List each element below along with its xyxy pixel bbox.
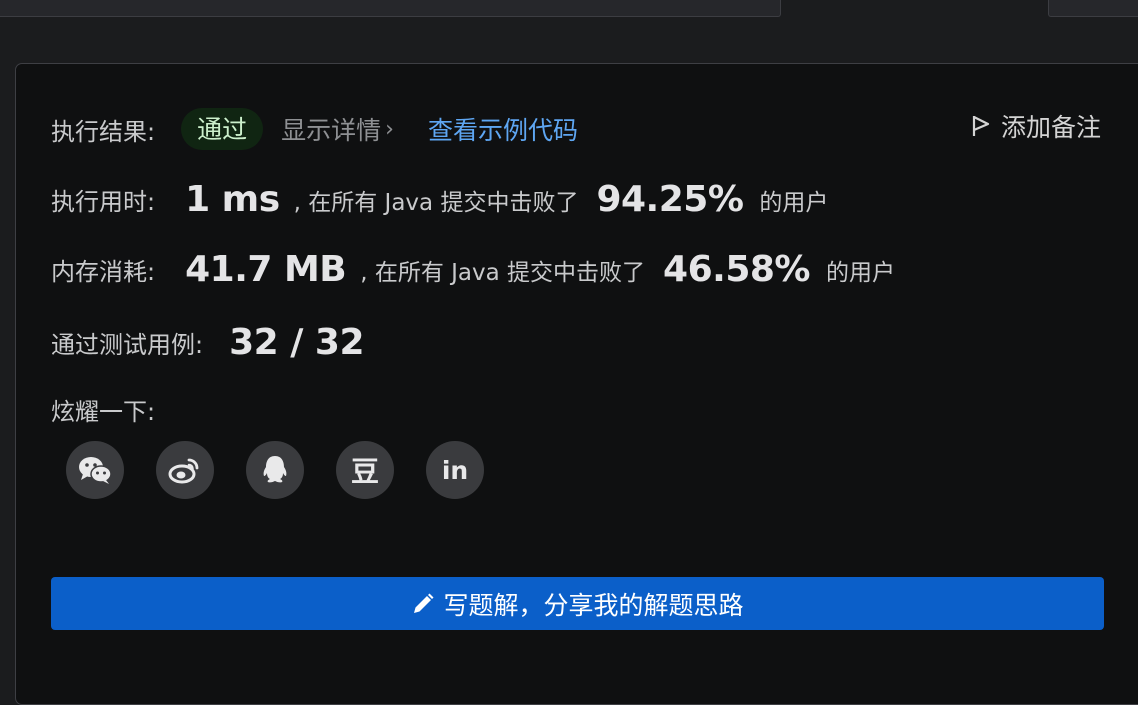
- add-note-label: 添加备注: [1000, 113, 1101, 142]
- weibo-icon[interactable]: [156, 441, 214, 499]
- share-icons: 豆 in: [66, 441, 516, 499]
- view-example-code-link[interactable]: 查看示例代码: [428, 111, 578, 147]
- memory-row: 内存消耗: 41.7 MB , 在所有 Java 提交中击败了 46.58% 的…: [51, 249, 895, 290]
- runtime-tail: 的用户: [759, 189, 829, 216]
- douban-icon[interactable]: 豆: [336, 441, 394, 499]
- result-row: 执行结果: 通过 显示详情 › 查看示例代码: [51, 108, 578, 150]
- douban-char: 豆: [350, 455, 379, 488]
- write-solution-button[interactable]: 写题解，分享我的解题思路: [51, 577, 1104, 630]
- share-row: 炫耀一下:: [51, 392, 155, 427]
- write-solution-label: 写题解，分享我的解题思路: [443, 590, 744, 620]
- share-label: 炫耀一下:: [51, 398, 156, 426]
- runtime-beat-text: , 在所有 Java 提交中击败了: [293, 189, 579, 216]
- memory-tail: 的用户: [826, 259, 895, 286]
- runtime-row: 执行用时: 1 ms , 在所有 Java 提交中击败了 94.25% 的用户: [51, 179, 828, 220]
- memory-value: 41.7 MB: [185, 249, 347, 290]
- runtime-label: 执行用时:: [51, 188, 156, 216]
- submission-result-panel: 执行结果: 通过 显示详情 › 查看示例代码 添加备注 执行用时: 1 ms ,…: [15, 63, 1138, 705]
- qq-icon[interactable]: [246, 441, 304, 499]
- runtime-percent: 94.25%: [596, 179, 744, 220]
- memory-beat-text: , 在所有 Java 提交中击败了: [360, 259, 646, 286]
- code-editor-bottom-edge: [0, 0, 781, 17]
- result-label: 执行结果:: [51, 117, 156, 146]
- testcases-label: 通过测试用例:: [51, 331, 204, 359]
- testcases-row: 通过测试用例: 32 / 32: [51, 322, 365, 363]
- linkedin-text: in: [441, 455, 469, 485]
- add-note-button[interactable]: 添加备注: [971, 108, 1101, 144]
- memory-percent: 46.58%: [663, 249, 810, 290]
- show-details-link[interactable]: 显示详情: [281, 111, 381, 147]
- flag-icon: [972, 116, 990, 136]
- side-tab-edge: [1048, 0, 1138, 17]
- memory-label: 内存消耗:: [51, 258, 156, 286]
- runtime-value: 1 ms: [185, 179, 280, 220]
- status-badge: 通过: [181, 108, 264, 150]
- wechat-icon[interactable]: [66, 441, 124, 499]
- testcases-value: 32 / 32: [229, 322, 365, 363]
- chevron-right-icon[interactable]: ›: [385, 117, 394, 142]
- top-strip: [0, 0, 1138, 18]
- pencil-icon: [414, 593, 434, 613]
- linkedin-icon[interactable]: in: [426, 441, 484, 499]
